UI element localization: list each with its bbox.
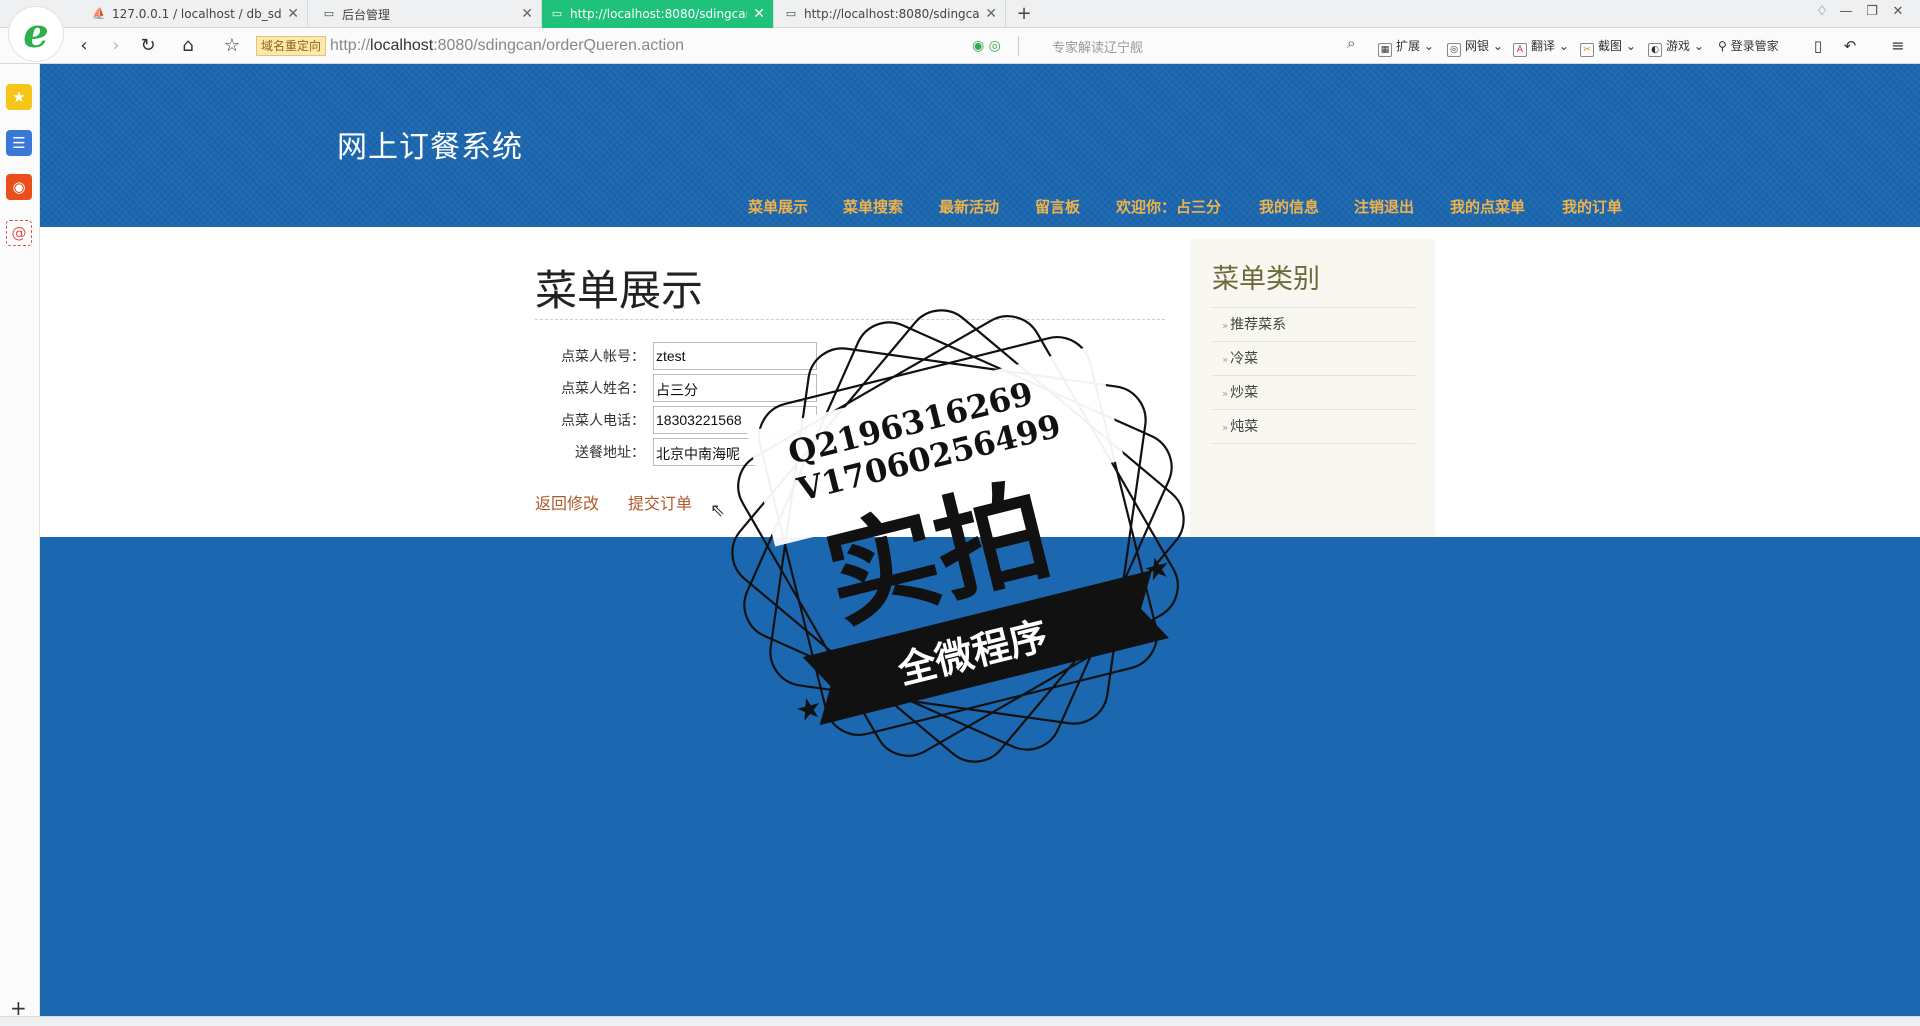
page-icon: ▭ — [323, 7, 335, 20]
name-field[interactable]: 占三分 — [653, 374, 817, 402]
close-icon[interactable]: ✕ — [521, 6, 533, 22]
nav-logout[interactable]: 注销退出 — [1354, 196, 1414, 217]
browser-tab-bar: ⛵ 127.0.0.1 / localhost / db_sdingcan ✕ … — [0, 0, 1920, 28]
key-icon: ⚲ — [1718, 39, 1731, 53]
reading-list-icon[interactable]: ☰ — [6, 130, 32, 156]
bullet-icon: » — [1222, 423, 1229, 434]
extensions-icon: ▦ — [1378, 43, 1392, 57]
back-icon[interactable]: ‹ — [72, 34, 96, 58]
reload-icon[interactable]: ↻ — [136, 34, 160, 58]
name-label: 点菜人姓名： — [561, 381, 645, 397]
back-to-edit-link[interactable]: 返回修改 — [535, 490, 599, 514]
site-header: 网上订餐系统 菜单展示 菜单搜索 最新活动 留言板 欢迎你：占三分 我的信息 注… — [40, 64, 1920, 227]
translate-icon: A — [1513, 43, 1527, 57]
close-icon[interactable]: ✕ — [287, 6, 299, 22]
bullet-icon: » — [1222, 355, 1229, 366]
category-item-stir-fry[interactable]: » 炒菜 — [1212, 376, 1415, 410]
translate-button[interactable]: A 翻译 ⌄ — [1513, 37, 1569, 57]
tab-sdingcan[interactable]: ▭ http://localhost:8080/sdingcan ✕ — [776, 0, 1006, 28]
page-title: 菜单展示 — [535, 266, 704, 315]
address-label: 送餐地址： — [575, 445, 645, 461]
forward-icon[interactable]: › — [104, 34, 128, 58]
web-page: 网上订餐系统 菜单展示 菜单搜索 最新活动 留言板 欢迎你：占三分 我的信息 注… — [40, 64, 1920, 1016]
main-nav: 菜单展示 菜单搜索 最新活动 留言板 欢迎你：占三分 我的信息 注销退出 我的点… — [40, 196, 1920, 216]
browser-toolbar: ‹ › ↻ ⌂ ☆ 域名重定向 http://localhost:8080/sd… — [0, 28, 1920, 64]
tab-order-confirm[interactable]: ▭ http://localhost:8080/sdingcan/orderQu… — [542, 0, 774, 28]
title-divider — [535, 319, 1165, 320]
minimize-icon[interactable]: — — [1836, 4, 1856, 19]
address-field[interactable]: 北京中南海呢 — [653, 438, 947, 466]
favorite-star-icon[interactable]: ☆ — [220, 34, 244, 58]
nav-my-orders[interactable]: 我的订单 — [1562, 196, 1622, 217]
extensions-button[interactable]: ▦ 扩展 ⌄ — [1378, 37, 1434, 57]
shirt-skin-icon[interactable]: ♢ — [1812, 4, 1832, 19]
browser-sidebar: ★ ☰ ◉ @ + — [0, 64, 40, 1026]
category-item-stew[interactable]: » 炖菜 — [1212, 410, 1415, 444]
games-icon: ◐ — [1648, 43, 1662, 57]
security-shield-icon[interactable]: ◉ ◎ — [972, 38, 1001, 54]
phone-field[interactable]: 18303221568 — [653, 406, 817, 434]
weibo-icon[interactable]: ◉ — [6, 174, 32, 200]
home-icon[interactable]: ⌂ — [176, 34, 200, 58]
tab-phpmyadmin[interactable]: ⛵ 127.0.0.1 / localhost / db_sdingcan ✕ — [84, 0, 308, 28]
bullet-icon: » — [1222, 389, 1229, 400]
nav-message-board[interactable]: 留言板 — [1035, 196, 1080, 217]
phone-label: 点菜人电话： — [561, 413, 645, 429]
content-area: 菜单展示 点菜人帐号： ztest 点菜人姓名： 占三分 点菜人电话： 1830… — [40, 227, 1920, 537]
tab-admin[interactable]: ▭ 后台管理 ✕ — [314, 0, 542, 28]
games-button[interactable]: ◐ 游戏 ⌄ — [1648, 37, 1704, 57]
account-label: 点菜人帐号： — [561, 349, 645, 365]
browser-logo-icon[interactable]: e — [8, 6, 64, 62]
screenshot-icon: ✂ — [1580, 43, 1594, 57]
category-title: 菜单类别 — [1212, 264, 1320, 295]
page-icon: ▭ — [551, 7, 563, 20]
favorites-star-icon[interactable]: ★ — [6, 84, 32, 110]
netbank-button[interactable]: ◎ 网银 ⌄ — [1447, 37, 1503, 57]
close-icon[interactable]: ✕ — [753, 6, 765, 22]
screenshot-button[interactable]: ✂ 截图 ⌄ — [1580, 37, 1636, 57]
menu-icon[interactable]: ≡ — [1886, 34, 1910, 58]
nav-my-order-list[interactable]: 我的点菜单 — [1450, 196, 1525, 217]
page-icon: ▭ — [785, 7, 797, 20]
bullet-icon: » — [1222, 321, 1229, 332]
close-icon[interactable]: ✕ — [985, 6, 997, 22]
category-item-cold-dishes[interactable]: » 冷菜 — [1212, 342, 1415, 376]
category-panel: 菜单类别 » 推荐菜系 » 冷菜 » 炒菜 » 炖菜 — [1190, 239, 1435, 537]
restore-icon[interactable]: ❐ — [1862, 4, 1882, 19]
nav-my-info[interactable]: 我的信息 — [1259, 196, 1319, 217]
divider — [1018, 36, 1019, 56]
submit-order-link[interactable]: 提交订单 — [628, 490, 692, 514]
nav-menu-search[interactable]: 菜单搜索 — [843, 196, 903, 217]
netbank-icon: ◎ — [1447, 43, 1461, 57]
pma-icon: ⛵ — [92, 7, 106, 20]
nav-menu-display[interactable]: 菜单展示 — [748, 196, 808, 217]
nav-latest-activity[interactable]: 最新活动 — [939, 196, 999, 217]
new-tab-plus-icon[interactable]: + — [1012, 2, 1036, 26]
mouse-cursor-icon: ⇖ — [710, 500, 726, 521]
search-input[interactable]: 专家解读辽宁舰 — [1052, 37, 1143, 56]
login-manager-button[interactable]: ⚲ 登录管家 — [1718, 37, 1779, 54]
close-window-icon[interactable]: ✕ — [1888, 4, 1908, 19]
status-bar — [0, 1016, 1920, 1026]
redirect-badge: 域名重定向 — [256, 36, 327, 56]
nav-welcome-user[interactable]: 欢迎你：占三分 — [1116, 196, 1221, 217]
account-field[interactable]: ztest — [653, 342, 817, 370]
address-bar[interactable]: http://localhost:8080/sdingcan/orderQuer… — [330, 37, 684, 55]
undo-icon[interactable]: ↶ — [1838, 34, 1862, 58]
mail-icon[interactable]: @ — [6, 220, 32, 246]
search-icon[interactable]: ⌕ — [1347, 34, 1355, 52]
category-item-recommended[interactable]: » 推荐菜系 — [1212, 308, 1415, 342]
site-title: 网上订餐系统 — [337, 130, 523, 165]
bookmark-icon[interactable]: ▯ — [1806, 34, 1830, 58]
